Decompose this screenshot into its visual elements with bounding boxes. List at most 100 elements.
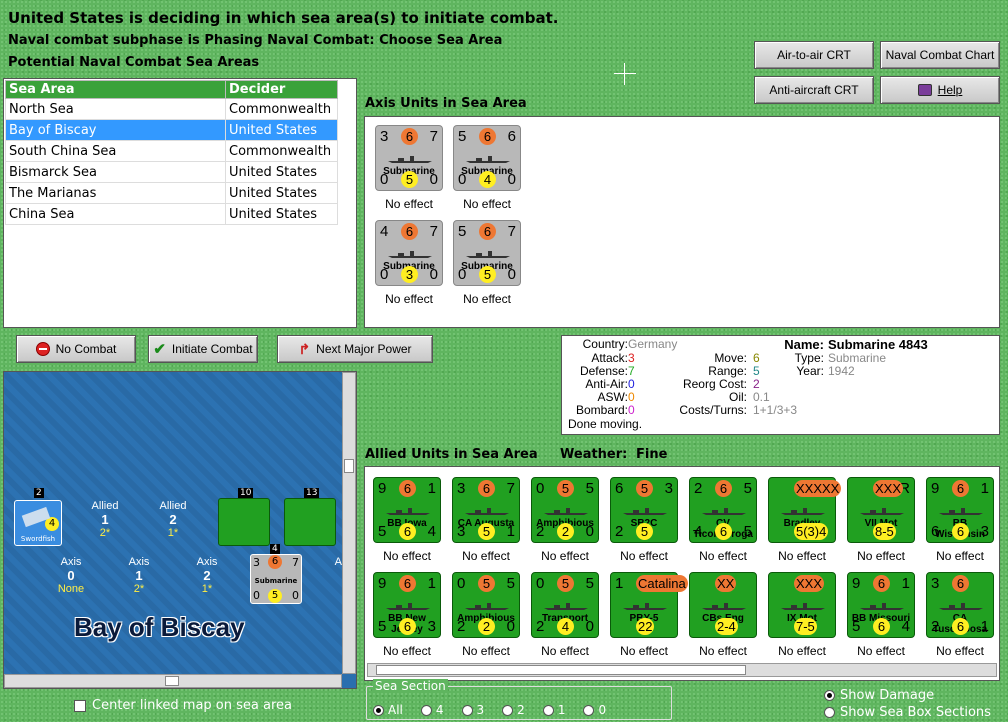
allied-horizontal-scrollbar[interactable]: [367, 663, 997, 677]
sea-section-radio-1[interactable]: 1: [542, 703, 565, 717]
ship-silhouette-icon: [384, 599, 432, 610]
allied-unit-counter[interactable]: 05205Amphibious2: [531, 477, 599, 543]
show-sea-box-option[interactable]: Show Sea Box Sections: [824, 705, 991, 720]
allied-unit-counter[interactable]: XXXIX Mot7-5: [768, 572, 836, 638]
help-button[interactable]: Help: [880, 76, 1000, 104]
allied-unit-counter[interactable]: 25456CV Ticonderoga6: [689, 477, 757, 543]
allied-unit-counter[interactable]: 05205Transport4: [531, 572, 599, 638]
allied-unit-counter[interactable]: XX CBs Eng 2-4: [689, 572, 757, 638]
unit-effect-label: No effect: [857, 549, 905, 563]
sea-row[interactable]: North Sea Commonwealth: [5, 98, 338, 120]
show-damage-radio[interactable]: [824, 690, 835, 701]
sea-row[interactable]: Bismarck Sea United States: [5, 161, 338, 183]
range-label: Range:: [708, 364, 747, 378]
reorg-value: 2: [753, 377, 760, 391]
unit-bottom-value: 5(3)4: [794, 523, 829, 540]
axis-unit-counter[interactable]: 56006Submarine4: [453, 125, 521, 191]
allied-unit-counter[interactable]: 3216CA Tuscaloosa6: [926, 572, 994, 638]
sea-section-radio-2[interactable]: 2: [502, 703, 525, 717]
allied-unit-counter[interactable]: 91536BB New Jersey6: [373, 572, 441, 638]
unit-top-value: 6: [952, 480, 969, 497]
show-sea-box-radio[interactable]: [824, 707, 835, 718]
unit-tl-value: 3: [457, 480, 466, 497]
allied-unit-counter[interactable]: 9 1 5 4 6 BB Missouri 6: [847, 572, 915, 638]
defense-value: 7: [628, 364, 635, 378]
ship-silhouette-icon: [463, 599, 511, 610]
unit-effect-label: No effect: [936, 549, 984, 563]
col-sea-area[interactable]: Sea Area: [5, 80, 226, 99]
sea-row[interactable]: China Sea United States: [5, 203, 338, 225]
initiate-combat-button[interactable]: ✔ Initiate Combat: [148, 335, 258, 363]
unit-effect-label: No effect: [778, 644, 826, 658]
unit-tr-value: 7: [507, 223, 516, 240]
allied-unit-counter[interactable]: 6325SB2C5: [610, 477, 678, 543]
allied-unit-counter[interactable]: XXXXXBradley5(3)4: [768, 477, 842, 543]
axis-box-2[interactable]: Axis 2 1*: [184, 556, 230, 600]
unit-tl-value: 3: [931, 575, 940, 592]
sea-section-radio-all[interactable]: All: [373, 703, 403, 717]
unit-bottom-value: 2: [478, 618, 495, 635]
bombard-value: 0: [628, 403, 635, 417]
allied-unit-counter[interactable]: 12CatalinaPBY-522: [610, 572, 688, 638]
unit-tl-value: 2: [694, 480, 703, 497]
sea-section-radio-0[interactable]: 0: [583, 703, 606, 717]
allied-units-panel: 9 1 5 4 6 BB Iowa 6 No effect 3 7 3 1 6 CA Augusta 5 No…: [364, 466, 1000, 681]
allied-unit-counter[interactable]: 3 7 3 1 6 CA Augusta 5: [452, 477, 520, 543]
status-text: Done moving.: [568, 417, 643, 431]
no-entry-icon: [35, 342, 50, 356]
unit-bottom-value: 5: [479, 266, 496, 283]
country-label: Country:: [582, 337, 628, 351]
unit-bottom-value: 6: [399, 618, 416, 635]
unit-tl-value: 0: [457, 575, 466, 592]
unit-top-value: 5: [557, 575, 574, 592]
country-value: Germany: [628, 337, 678, 351]
center-map-option[interactable]: Center linked map on sea area: [74, 698, 292, 713]
ship-silhouette-icon: [779, 599, 827, 610]
unit-tr-value: 3: [664, 480, 673, 497]
show-damage-option[interactable]: Show Damage: [824, 688, 934, 703]
allied-box-1[interactable]: Allied 1 2*: [82, 500, 128, 544]
axis-unit-counter[interactable]: 57006Submarine5: [453, 220, 521, 286]
range-value: 5: [753, 364, 760, 378]
ship-silhouette-icon: [621, 504, 669, 515]
allied-box-2[interactable]: Allied 2 1*: [150, 500, 196, 544]
air-to-air-crt-button[interactable]: Air-to-air CRT: [754, 41, 874, 69]
name-value: Submarine 4843: [828, 337, 928, 352]
unit-tl-value: 0: [536, 480, 545, 497]
checkmark-icon: ✔: [153, 341, 166, 358]
next-major-power-button[interactable]: ↱ Next Major Power: [277, 335, 433, 363]
allied-unit-counter[interactable]: 05205Amphibious2: [452, 572, 520, 638]
unit-effect-label: No effect: [778, 549, 826, 563]
attack-label: Attack:: [591, 351, 628, 365]
sea-section-legend: Sea Section: [373, 679, 448, 693]
sea-area-map[interactable]: 2 Swordfish 4 Allied 1 2* Allied 2 1* 10 13 …: [3, 371, 357, 689]
unit-effect-label: No effect: [383, 644, 431, 658]
antiair-value: 0: [628, 377, 635, 391]
map-horizontal-scrollbar[interactable]: [4, 674, 342, 688]
unit-effect-label: No effect: [463, 292, 511, 306]
anti-aircraft-crt-button[interactable]: Anti-aircraft CRT: [754, 76, 874, 104]
col-decider[interactable]: Decider: [225, 80, 338, 99]
unit-tl-value: 6: [615, 480, 624, 497]
unit-bottom-value: 6: [952, 523, 969, 540]
naval-combat-chart-button[interactable]: Naval Combat Chart: [880, 41, 1000, 69]
sea-section-radio-3[interactable]: 3: [461, 703, 484, 717]
allied-unit-counter[interactable]: 9 1 5 4 6 BB Iowa 6: [373, 477, 441, 543]
map-vertical-scrollbar[interactable]: [342, 372, 356, 674]
sea-section-group: Sea Section All 4 3 2 1 0: [366, 679, 672, 720]
axis-box-0[interactable]: Axis 0 None: [48, 556, 94, 600]
no-combat-button[interactable]: No Combat: [16, 335, 136, 363]
center-map-checkbox[interactable]: [74, 699, 86, 712]
sea-row[interactable]: South China Sea Commonwealth: [5, 140, 338, 162]
allied-unit-counter[interactable]: RXXXVII Mot8-5: [847, 477, 915, 543]
sea-row-selected[interactable]: Bay of Biscay United States: [5, 119, 338, 141]
allied-unit-counter[interactable]: 91636BB Wisconsin6: [926, 477, 994, 543]
axis-unit-counter[interactable]: 47006Submarine3: [375, 220, 443, 286]
type-value: Submarine: [828, 351, 887, 365]
axis-box-1[interactable]: Axis 1 2*: [116, 556, 162, 600]
unit-tl-value: 9: [931, 480, 940, 497]
sea-section-radio-4[interactable]: 4: [420, 703, 444, 717]
axis-unit-counter[interactable]: 37006Submarine5: [375, 125, 443, 191]
sea-row[interactable]: The Marianas United States: [5, 182, 338, 204]
type-label: Type:: [794, 351, 824, 365]
